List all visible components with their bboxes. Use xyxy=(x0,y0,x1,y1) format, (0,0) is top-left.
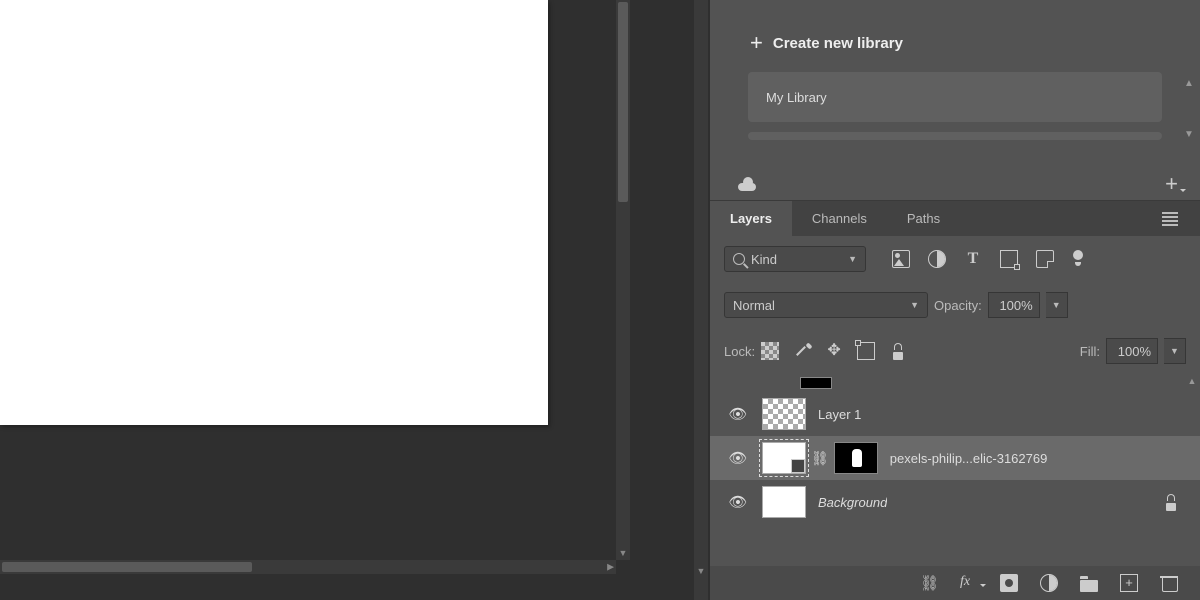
fill-input[interactable]: 100% xyxy=(1106,338,1158,364)
chevron-down-icon: ▼ xyxy=(848,254,857,264)
layer-thumbnail[interactable] xyxy=(762,442,806,474)
document-canvas[interactable] xyxy=(0,0,548,425)
add-layer-mask-button[interactable] xyxy=(1000,574,1018,592)
library-item[interactable]: My Library xyxy=(748,72,1162,122)
visibility-toggle-icon[interactable]: 👁 xyxy=(726,493,750,511)
layer-list: 👁 Layer 1 👁 ⛓ pexels-philip...elic-31627… xyxy=(710,374,1200,524)
layer-filter-kind-select[interactable]: Kind ▼ xyxy=(724,246,866,272)
libraries-panel: + Create new library My Library ▲ ▼ + xyxy=(710,0,1200,200)
layer-row[interactable]: 👁 Layer 1 xyxy=(710,392,1200,436)
layer-mask-thumbnail[interactable] xyxy=(800,377,832,389)
lock-all-icon[interactable] xyxy=(889,342,907,360)
tab-paths[interactable]: Paths xyxy=(887,201,960,236)
fill-value: 100% xyxy=(1118,344,1151,359)
opacity-dropdown-button[interactable]: ▼ xyxy=(1046,292,1068,318)
new-layer-button[interactable] xyxy=(1120,574,1138,592)
opacity-input[interactable]: 100% xyxy=(988,292,1040,318)
layer-filter-row: Kind ▼ T xyxy=(710,236,1200,282)
create-library-label: Create new library xyxy=(773,35,903,52)
new-adjustment-layer-button[interactable] xyxy=(1040,574,1058,592)
libraries-footer: + xyxy=(710,168,1200,200)
filter-shape-layers-icon[interactable] xyxy=(1000,250,1018,268)
opacity-label[interactable]: Opacity: xyxy=(934,298,982,313)
layer-thumbnail[interactable] xyxy=(762,398,806,430)
layer-effects-button[interactable]: fx xyxy=(960,574,978,592)
library-name: My Library xyxy=(766,90,827,105)
canvas-horizontal-scrollbar[interactable]: ▶ xyxy=(0,560,616,574)
chevron-up-icon[interactable]: ▲ xyxy=(1188,376,1197,386)
lock-icon[interactable] xyxy=(1162,493,1180,511)
layer-name[interactable]: Layer 1 xyxy=(818,407,861,422)
layer-mask-thumbnail[interactable] xyxy=(834,442,878,474)
scrollbar-thumb[interactable] xyxy=(618,2,628,202)
library-list: My Library xyxy=(710,72,1200,140)
lock-fill-row: Lock: ✥ Fill: 100% ▼ xyxy=(710,328,1200,374)
workspace-vertical-scrollbar[interactable]: ▼ xyxy=(694,0,708,600)
lock-artboard-nesting-icon[interactable] xyxy=(857,342,875,360)
layer-filter-icons: T xyxy=(892,250,1084,268)
canvas-vertical-scrollbar[interactable]: ▼ xyxy=(616,0,630,560)
blend-mode-value: Normal xyxy=(733,298,775,313)
opacity-value: 100% xyxy=(999,298,1032,313)
cloud-icon[interactable] xyxy=(736,177,758,191)
fill-label[interactable]: Fill: xyxy=(1080,344,1100,359)
layer-row-partial[interactable] xyxy=(710,374,1200,392)
tab-layers[interactable]: Layers xyxy=(710,201,792,236)
fill-dropdown-button[interactable]: ▼ xyxy=(1164,338,1186,364)
filter-type-layers-icon[interactable]: T xyxy=(964,250,982,268)
filter-pixel-layers-icon[interactable] xyxy=(892,250,910,268)
delete-layer-button[interactable] xyxy=(1160,574,1178,592)
layer-thumbnail[interactable] xyxy=(762,486,806,518)
libraries-scroll: ▲ ▼ xyxy=(1180,78,1198,180)
blend-opacity-row: Normal ▼ Opacity: 100% ▼ xyxy=(710,282,1200,328)
search-icon xyxy=(733,253,745,265)
library-item[interactable] xyxy=(748,132,1162,140)
chevron-up-icon[interactable]: ▲ xyxy=(1180,78,1198,89)
add-to-library-button[interactable]: + xyxy=(1165,171,1178,197)
new-group-button[interactable] xyxy=(1080,574,1098,592)
chevron-down-icon[interactable]: ▼ xyxy=(697,566,706,576)
lock-label: Lock: xyxy=(724,344,755,359)
layer-row[interactable]: 👁 ⛓ pexels-philip...elic-3162769 xyxy=(710,436,1200,480)
panel-tabs: Layers Channels Paths xyxy=(710,201,1200,236)
layer-name[interactable]: pexels-philip...elic-3162769 xyxy=(890,451,1048,466)
layer-thumbnails xyxy=(762,398,806,430)
layer-name[interactable]: Background xyxy=(818,495,887,510)
layer-row[interactable]: 👁 Background xyxy=(710,480,1200,524)
filter-smart-objects-icon[interactable] xyxy=(1036,250,1054,268)
plus-icon: + xyxy=(750,32,763,54)
layers-bottom-toolbar: ⛓ fx xyxy=(710,566,1200,600)
layers-panel: Layers Channels Paths Kind ▼ T Normal ▼ xyxy=(710,201,1200,524)
visibility-toggle-icon[interactable]: 👁 xyxy=(726,449,750,467)
tab-channels[interactable]: Channels xyxy=(792,201,887,236)
lock-transparency-icon[interactable] xyxy=(761,342,779,360)
visibility-toggle-icon[interactable]: 👁 xyxy=(726,405,750,423)
layer-thumbnails: ⛓ xyxy=(762,442,878,474)
chevron-down-icon[interactable]: ▼ xyxy=(619,548,628,558)
mask-link-icon[interactable]: ⛓ xyxy=(808,450,832,467)
create-new-library-button[interactable]: + Create new library xyxy=(710,0,1200,72)
filter-toggle-icon[interactable] xyxy=(1072,250,1084,268)
lock-position-icon[interactable]: ✥ xyxy=(825,342,843,360)
lock-image-pixels-icon[interactable] xyxy=(793,342,811,360)
filter-kind-label: Kind xyxy=(751,252,777,267)
layer-list-scrollbar[interactable]: ▲ xyxy=(1184,374,1200,524)
chevron-down-icon: ▼ xyxy=(910,300,919,310)
layer-thumbnails xyxy=(762,486,806,518)
right-panel-stack: + Create new library My Library ▲ ▼ + La… xyxy=(710,0,1200,600)
chevron-right-icon[interactable]: ▶ xyxy=(607,562,614,573)
scrollbar-thumb[interactable] xyxy=(2,562,252,572)
lock-icons: ✥ xyxy=(761,342,907,360)
chevron-down-icon[interactable]: ▼ xyxy=(1180,129,1198,140)
filter-adjustment-layers-icon[interactable] xyxy=(928,250,946,268)
panel-menu-button[interactable] xyxy=(1150,204,1190,234)
link-layers-icon[interactable]: ⛓ xyxy=(920,574,938,592)
canvas-workspace: ▼ ▶ xyxy=(0,0,710,600)
blend-mode-select[interactable]: Normal ▼ xyxy=(724,292,928,318)
